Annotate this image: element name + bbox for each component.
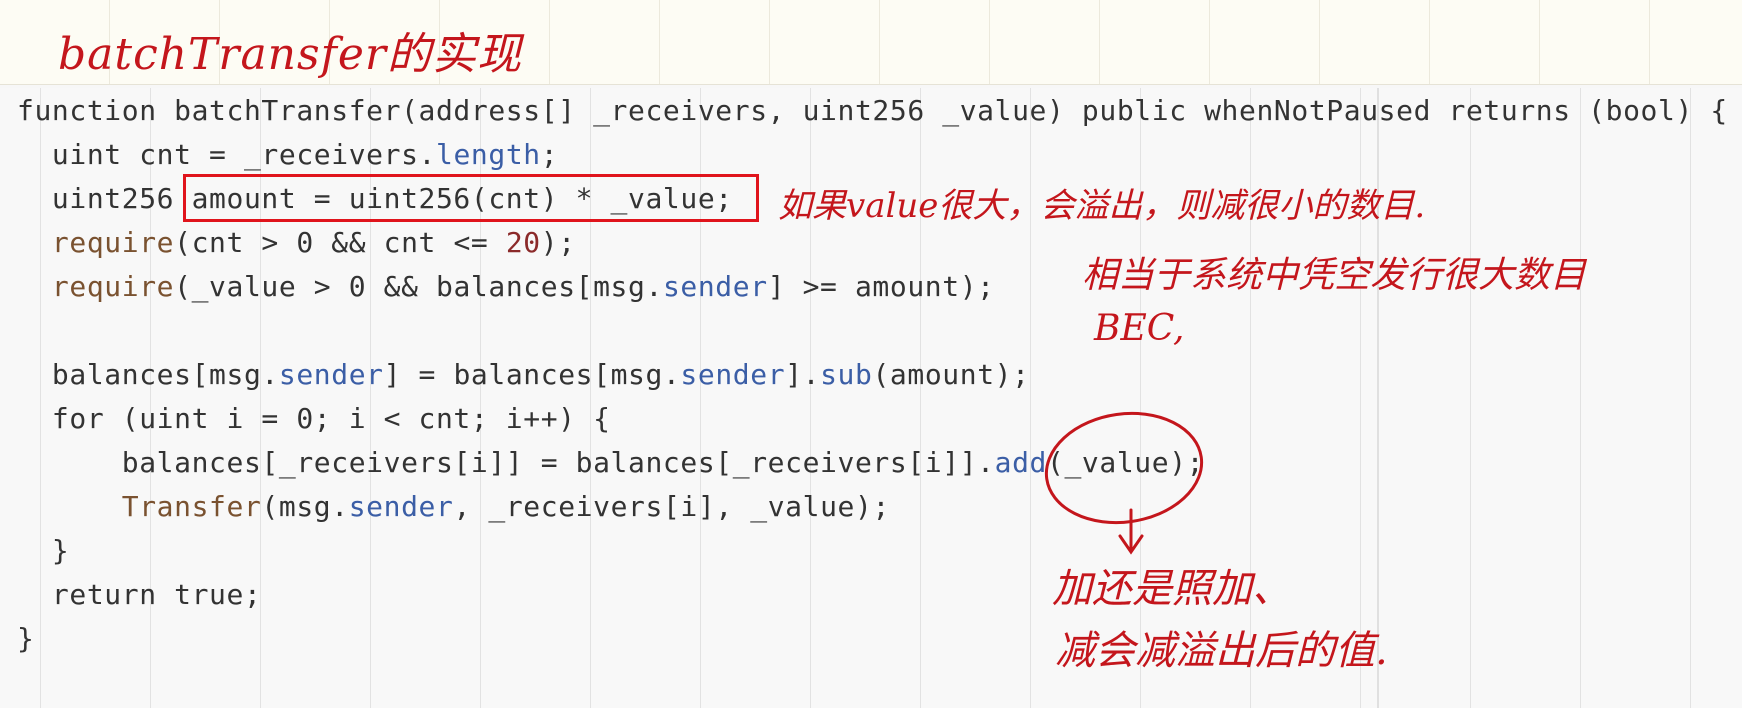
- circle-mark-value: [1044, 411, 1204, 525]
- arrow-down-icon: [1118, 508, 1144, 555]
- annotation-marks: [1044, 411, 1204, 555]
